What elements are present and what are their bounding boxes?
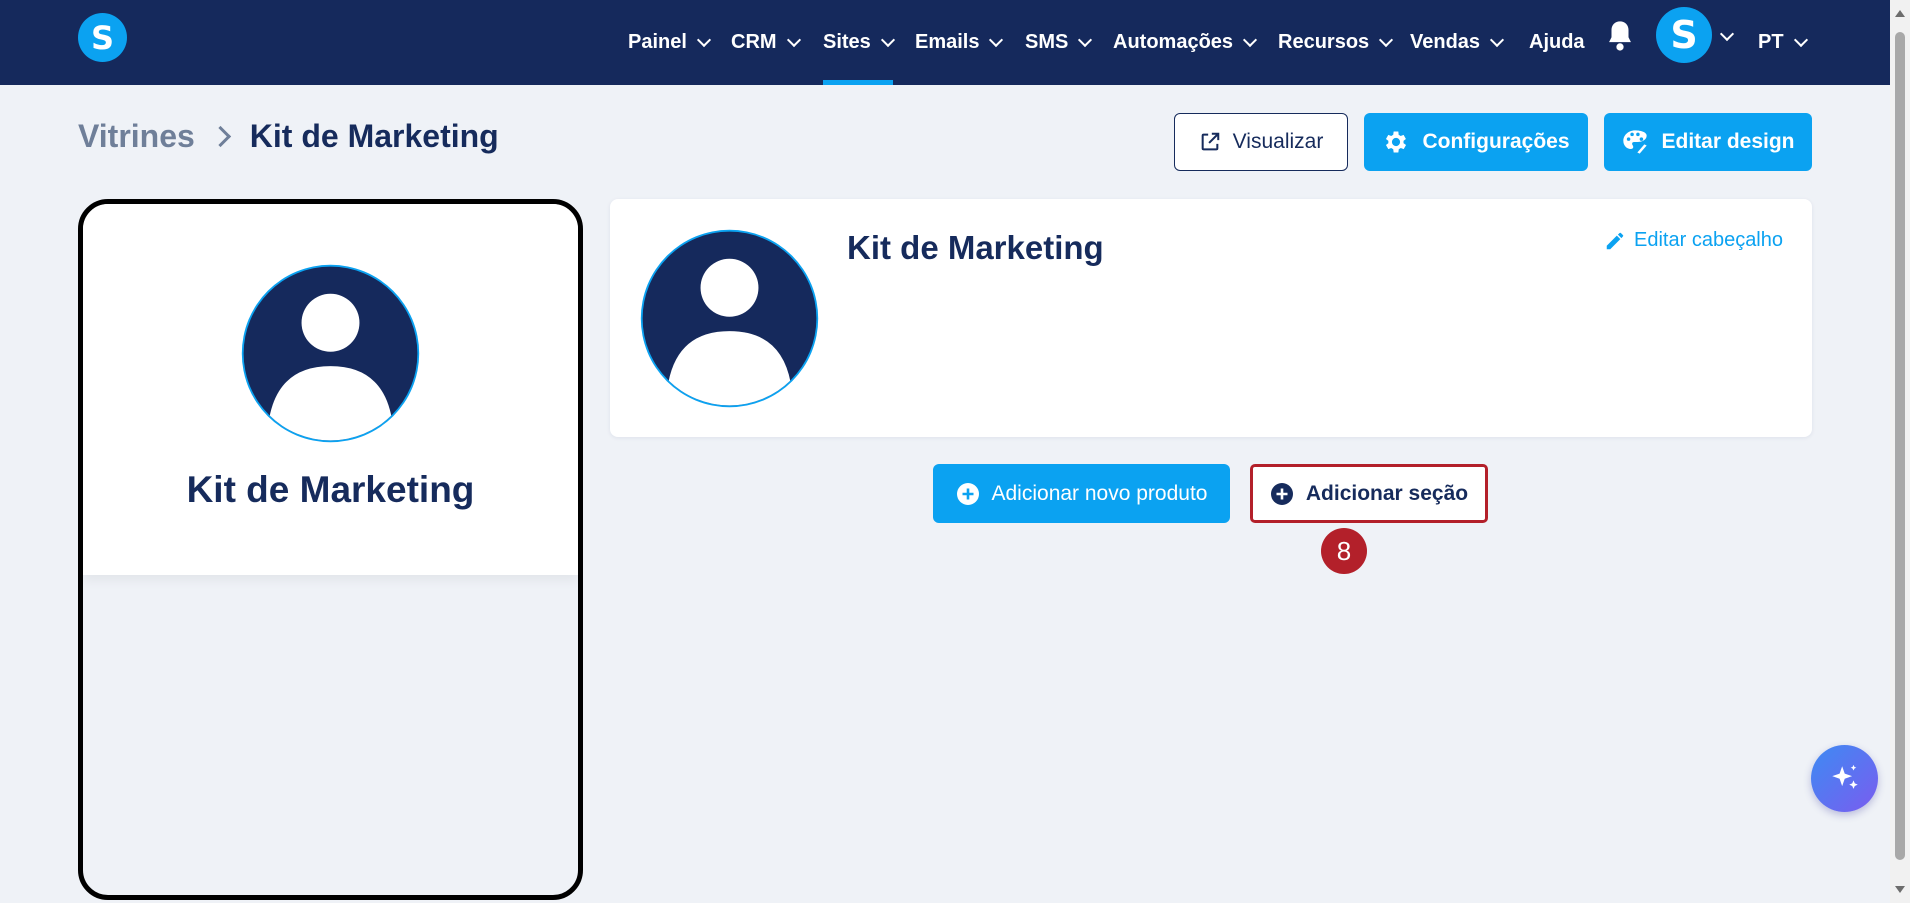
- nav-label: Ajuda: [1529, 31, 1585, 53]
- add-section-label: Adicionar seção: [1305, 481, 1469, 505]
- bell-icon[interactable]: [1605, 19, 1635, 53]
- add-product-button[interactable]: Adicionar novo produto: [933, 464, 1230, 523]
- nav-label: Automações: [1113, 31, 1234, 53]
- nav-painel[interactable]: Painel: [628, 0, 711, 85]
- sparkle-icon: [1831, 764, 1858, 789]
- language-selector[interactable]: PT: [1758, 0, 1808, 85]
- plus-circle-icon: [956, 482, 979, 505]
- gear-icon: [1386, 131, 1407, 153]
- scroll-down-arrow[interactable]: [1895, 886, 1905, 893]
- nav-ajuda[interactable]: Ajuda: [1529, 0, 1585, 85]
- nav-vendas[interactable]: Vendas: [1410, 0, 1505, 85]
- header-card: Kit de Marketing Editar cabeçalho: [610, 199, 1812, 437]
- chevron-down-icon: [1379, 32, 1394, 47]
- breadcrumb: Vitrines Kit de Marketing: [78, 118, 499, 155]
- edit-design-button-label: Editar design: [1661, 130, 1795, 153]
- nav-label: Recursos: [1278, 31, 1370, 53]
- preview-header: Kit de Marketing: [83, 204, 578, 575]
- nav-emails[interactable]: Emails: [915, 0, 1004, 85]
- chevron-down-icon: [880, 32, 895, 47]
- edit-header-label: Editar cabeçalho: [1634, 229, 1783, 251]
- chevron-down-icon: [1242, 32, 1258, 47]
- user-menu-toggle[interactable]: [1719, 22, 1735, 52]
- mobile-preview: Kit de Marketing: [78, 199, 583, 900]
- palette-icon: [1623, 130, 1648, 154]
- pencil-icon: [1606, 232, 1624, 249]
- preview-button[interactable]: Visualizar: [1174, 113, 1348, 171]
- nav-crm[interactable]: CRM: [731, 0, 801, 85]
- page-title: Kit de Marketing: [249, 118, 499, 154]
- preview-title: Kit de Marketing: [186, 469, 475, 510]
- chevron-right-icon: [209, 125, 231, 148]
- breadcrumb-parent-link[interactable]: Vitrines: [78, 118, 195, 155]
- external-link-icon: [1201, 132, 1219, 151]
- nav-label: SMS: [1025, 31, 1069, 53]
- chevron-down-icon: [1719, 26, 1735, 42]
- chevron-down-icon: [786, 32, 801, 47]
- user-avatar[interactable]: S: [1656, 7, 1712, 63]
- scroll-up-arrow[interactable]: [1895, 10, 1905, 17]
- preview-button-label: Visualizar: [1232, 130, 1324, 153]
- nav-automacoes[interactable]: Automações: [1113, 0, 1258, 85]
- nav-label: Sites: [823, 31, 871, 53]
- chevron-down-icon: [989, 32, 1004, 47]
- header-title: Kit de Marketing: [847, 229, 1104, 266]
- plus-circle-icon: [1270, 482, 1293, 505]
- user-avatar-icon: [241, 264, 420, 443]
- nav-label: Vendas: [1410, 31, 1481, 53]
- nav-label: Painel: [628, 31, 687, 53]
- top-navbar: S Painel CRM Sites Emails SMS Automações…: [0, 0, 1890, 85]
- nav-sites[interactable]: Sites: [823, 0, 895, 85]
- add-product-label: Adicionar novo produto: [991, 481, 1208, 505]
- nav-label: Emails: [915, 31, 980, 53]
- nav-recursos[interactable]: Recursos: [1278, 0, 1394, 85]
- chevron-down-icon: [1793, 32, 1808, 47]
- chevron-down-icon: [696, 32, 711, 47]
- user-avatar-icon: [640, 229, 819, 408]
- brand-logo[interactable]: S: [78, 13, 127, 62]
- scrollbar-thumb[interactable]: [1895, 32, 1905, 860]
- edit-design-button[interactable]: Editar design: [1604, 113, 1812, 171]
- step-number-badge: 8: [1321, 528, 1367, 574]
- chevron-down-icon: [1489, 32, 1505, 47]
- nav-label: CRM: [731, 31, 777, 53]
- add-section-button[interactable]: Adicionar seção: [1250, 464, 1488, 523]
- nav-sms[interactable]: SMS: [1025, 0, 1093, 85]
- edit-header-link[interactable]: Editar cabeçalho: [1604, 229, 1783, 252]
- chevron-down-icon: [1078, 32, 1093, 47]
- settings-button-label: Configurações: [1422, 130, 1570, 153]
- ai-assistant-button[interactable]: [1811, 745, 1878, 812]
- settings-button[interactable]: Configurações: [1364, 113, 1588, 171]
- language-label: PT: [1758, 31, 1784, 53]
